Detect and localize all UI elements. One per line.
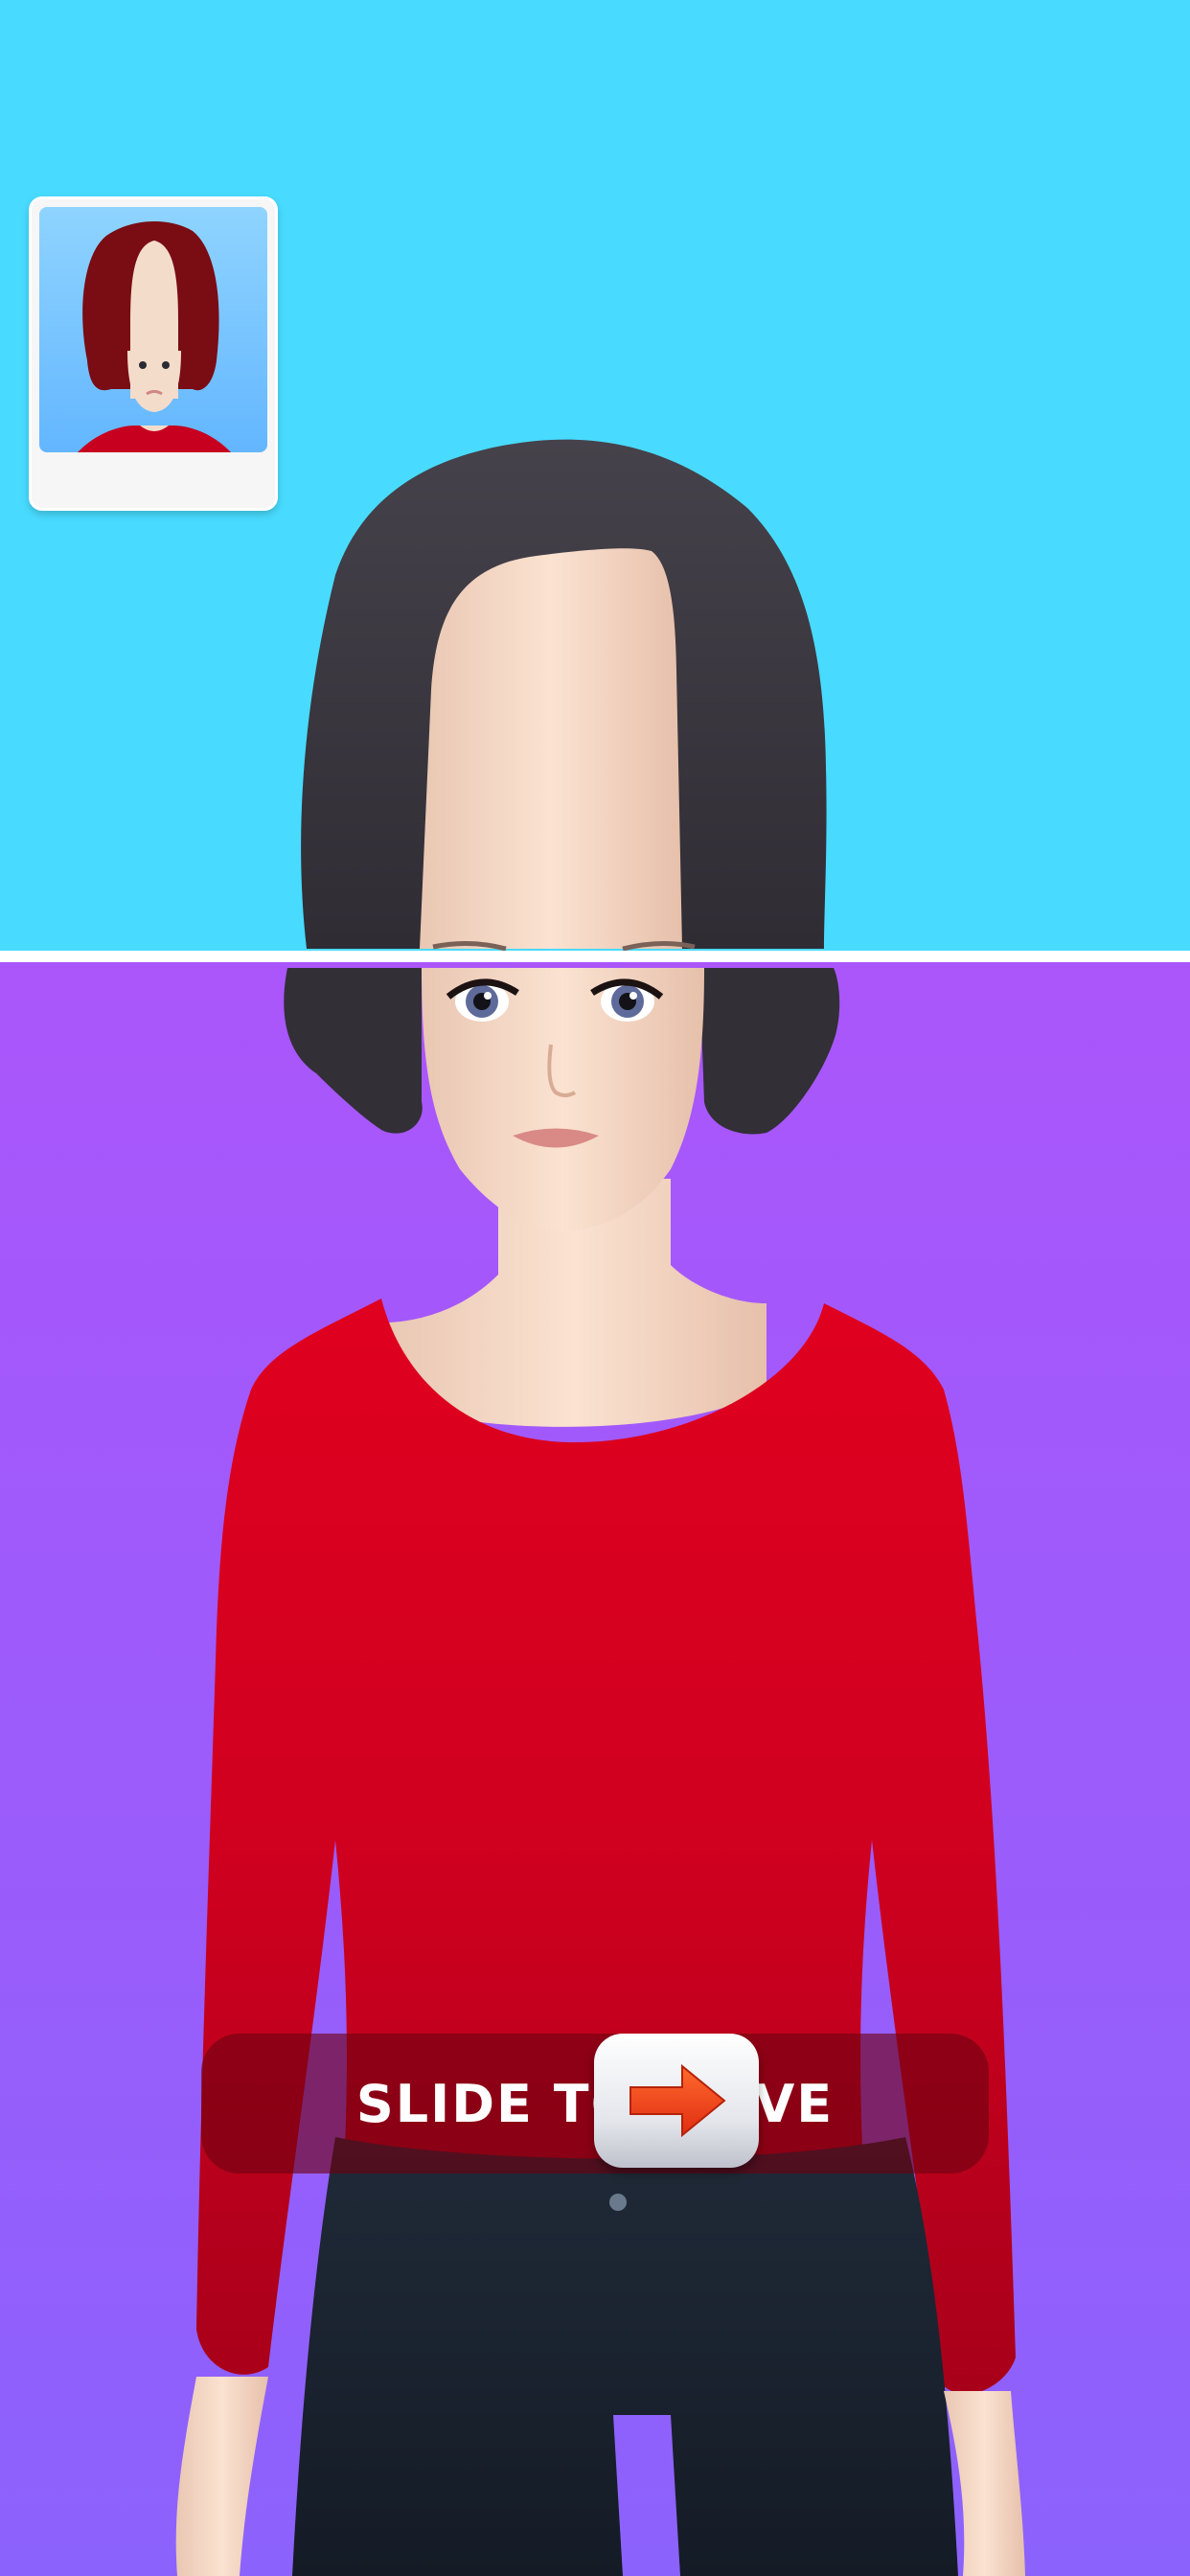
jeans xyxy=(292,2137,958,2576)
arrow-right-icon xyxy=(629,2063,726,2138)
slider-handle[interactable] xyxy=(594,2034,759,2168)
reference-card xyxy=(29,196,278,511)
reference-character xyxy=(78,220,231,452)
forehead xyxy=(420,548,682,949)
reference-portrait xyxy=(39,207,267,452)
split-divider xyxy=(0,951,1190,962)
